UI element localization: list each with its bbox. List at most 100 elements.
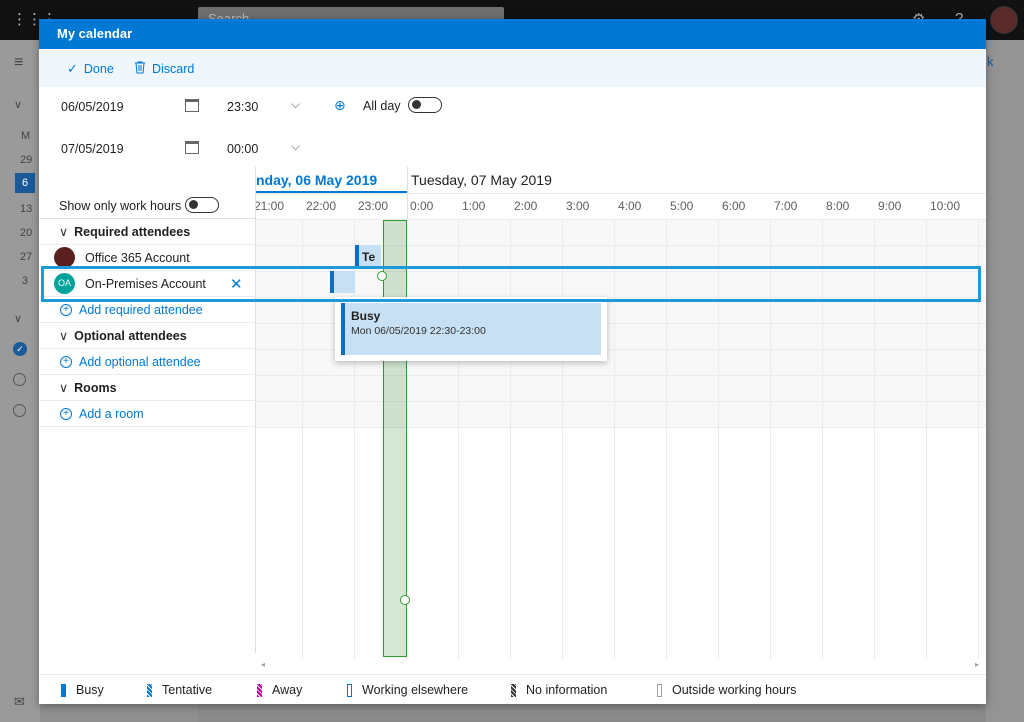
no-information-swatch <box>511 683 516 697</box>
mini-cal-day[interactable]: 29 <box>20 154 32 166</box>
chevron-down-icon: ∨ <box>59 381 69 395</box>
app-launcher-icon[interactable]: ⋮⋮⋮ <box>12 12 57 28</box>
busy-tooltip-detail: Mon 06/05/2019 22:30-23:00 <box>351 325 486 337</box>
busy-tooltip: Busy Mon 06/05/2019 22:30-23:00 <box>335 297 607 361</box>
toggle-knob <box>412 100 421 109</box>
end-row: 07/05/2019 00:00 ⌵ <box>39 129 986 171</box>
optional-label: Optional attendees <box>74 328 187 343</box>
legend-label: Outside working hours <box>672 683 797 697</box>
checkmark-icon: ✓ <box>67 61 78 76</box>
grid-line <box>256 401 986 402</box>
trash-icon <box>134 61 146 77</box>
drag-handle-end[interactable] <box>400 595 410 605</box>
tentative-swatch <box>147 683 152 697</box>
legend-label: Busy <box>76 683 104 697</box>
away-swatch <box>257 683 262 697</box>
working-elsewhere-swatch <box>347 683 352 697</box>
dialog-title: My calendar <box>39 19 986 49</box>
attendee-name: Office 365 Account <box>85 250 190 265</box>
end-time-field[interactable]: 00:00 <box>227 142 258 156</box>
required-section-header[interactable]: ∨ Required attendees <box>39 219 256 245</box>
add-room-label: Add a room <box>79 406 144 421</box>
mini-cal-selected-day[interactable]: 6 <box>15 173 35 193</box>
calendar-icon[interactable] <box>185 141 199 154</box>
highlight-frame <box>41 266 981 302</box>
done-button[interactable]: ✓ Done <box>67 61 114 77</box>
end-date-field[interactable]: 07/05/2019 <box>61 142 124 156</box>
done-label: Done <box>83 62 114 76</box>
hour-tick-label: 8:00 <box>826 199 850 213</box>
event-short-label: Te <box>362 250 376 264</box>
attendee-photo-avatar <box>54 247 75 268</box>
start-time-field[interactable]: 23:30 <box>227 100 258 114</box>
mini-cal-day[interactable]: 20 <box>20 227 32 239</box>
legend-tentative: Tentative <box>147 683 212 697</box>
allday-toggle[interactable] <box>408 97 442 113</box>
rooms-section-header[interactable]: ∨ Rooms <box>39 375 256 401</box>
hour-tick-label: 0:00 <box>410 199 434 213</box>
day1-header: nday, 06 May 2019 <box>256 172 378 188</box>
outside-hours-swatch <box>657 683 662 697</box>
add-required-label: Add required attendee <box>79 302 203 317</box>
work-hours-label: Show only work hours <box>59 199 182 213</box>
mini-cal-day[interactable]: 3 <box>22 275 28 287</box>
mail-icon[interactable]: ✉ <box>14 694 25 710</box>
day2-header: Tuesday, 07 May 2019 <box>411 172 552 188</box>
day-separator <box>407 167 408 219</box>
busy-tooltip-status: Busy <box>351 309 381 323</box>
legend-label: No information <box>526 683 608 697</box>
hour-tick-label: 21:00 <box>256 199 285 213</box>
calendar-unchecked-icon[interactable] <box>13 404 26 417</box>
grid-line <box>256 427 986 428</box>
add-circle-icon: + <box>60 355 72 368</box>
discard-button[interactable]: Discard <box>134 61 194 77</box>
calendar-unchecked-icon[interactable] <box>13 373 26 386</box>
legend-no-information: No information <box>511 683 607 697</box>
hour-tick-label: 10:00 <box>930 199 961 213</box>
calendar-icon[interactable] <box>185 99 199 112</box>
mini-cal-day[interactable]: 27 <box>20 251 32 263</box>
chevron-down-icon[interactable]: ⌵ <box>291 97 300 112</box>
mini-cal-day[interactable]: 13 <box>20 203 32 215</box>
discard-label: Discard <box>152 62 195 76</box>
availability-legend: Busy Tentative Away Working elsewhere No… <box>39 674 986 704</box>
optional-section-header[interactable]: ∨ Optional attendees <box>39 323 256 349</box>
add-room-button[interactable]: + Add a room <box>39 401 256 427</box>
user-avatar[interactable] <box>990 6 1018 34</box>
work-hours-toggle[interactable] <box>185 197 219 213</box>
hour-tick-label: 9:00 <box>878 199 902 213</box>
add-circle-icon: + <box>60 407 72 420</box>
dialog-toolbar: ✓ Done Discard <box>39 49 986 87</box>
right-pane <box>986 40 1024 722</box>
legend-working-elsewhere: Working elsewhere <box>347 683 468 697</box>
scroll-right-arrow-icon[interactable]: ▸ <box>975 660 979 669</box>
mini-cal-weekday: M <box>21 130 31 142</box>
start-date-field[interactable]: 06/05/2019 <box>61 100 124 114</box>
timezone-globe-icon[interactable]: ⊕ <box>334 97 346 114</box>
legend-label: Away <box>272 683 303 697</box>
scheduling-dialog: My calendar ✓ Done Discard 06/05/2019 23… <box>39 19 986 704</box>
legend-label: Tentative <box>162 683 213 697</box>
rooms-label: Rooms <box>74 380 117 395</box>
add-optional-attendee-button[interactable]: + Add optional attendee <box>39 349 256 375</box>
chevron-down-icon[interactable]: ⌵ <box>291 139 300 154</box>
calendars-chevron-icon[interactable]: ∨ <box>14 312 22 325</box>
legend-away: Away <box>257 683 302 697</box>
availability-grid[interactable]: nday, 06 May 2019 Tuesday, 07 May 2019 2… <box>256 167 986 659</box>
allday-label: All day <box>363 99 401 113</box>
grid-line <box>256 375 986 376</box>
busy-block-office365[interactable]: Te <box>355 245 381 267</box>
hour-tick-label: 7:00 <box>774 199 798 213</box>
hour-tick-label: 3:00 <box>566 199 590 213</box>
legend-busy: Busy <box>61 683 104 697</box>
collapse-chevron-icon[interactable]: ∨ <box>14 98 22 111</box>
toggle-knob <box>189 200 198 209</box>
calendar-checked-icon[interactable]: ✓ <box>13 342 27 356</box>
attendee-pane: Show only work hours ∨ Required attendee… <box>39 167 256 653</box>
hamburger-icon[interactable]: ≡ <box>14 54 23 72</box>
work-hours-row: Show only work hours <box>39 193 256 219</box>
hour-tick-label: 6:00 <box>722 199 746 213</box>
busy-swatch <box>61 683 66 697</box>
legend-label: Working elsewhere <box>362 683 469 697</box>
scroll-left-arrow-icon[interactable]: ◂ <box>261 660 265 669</box>
